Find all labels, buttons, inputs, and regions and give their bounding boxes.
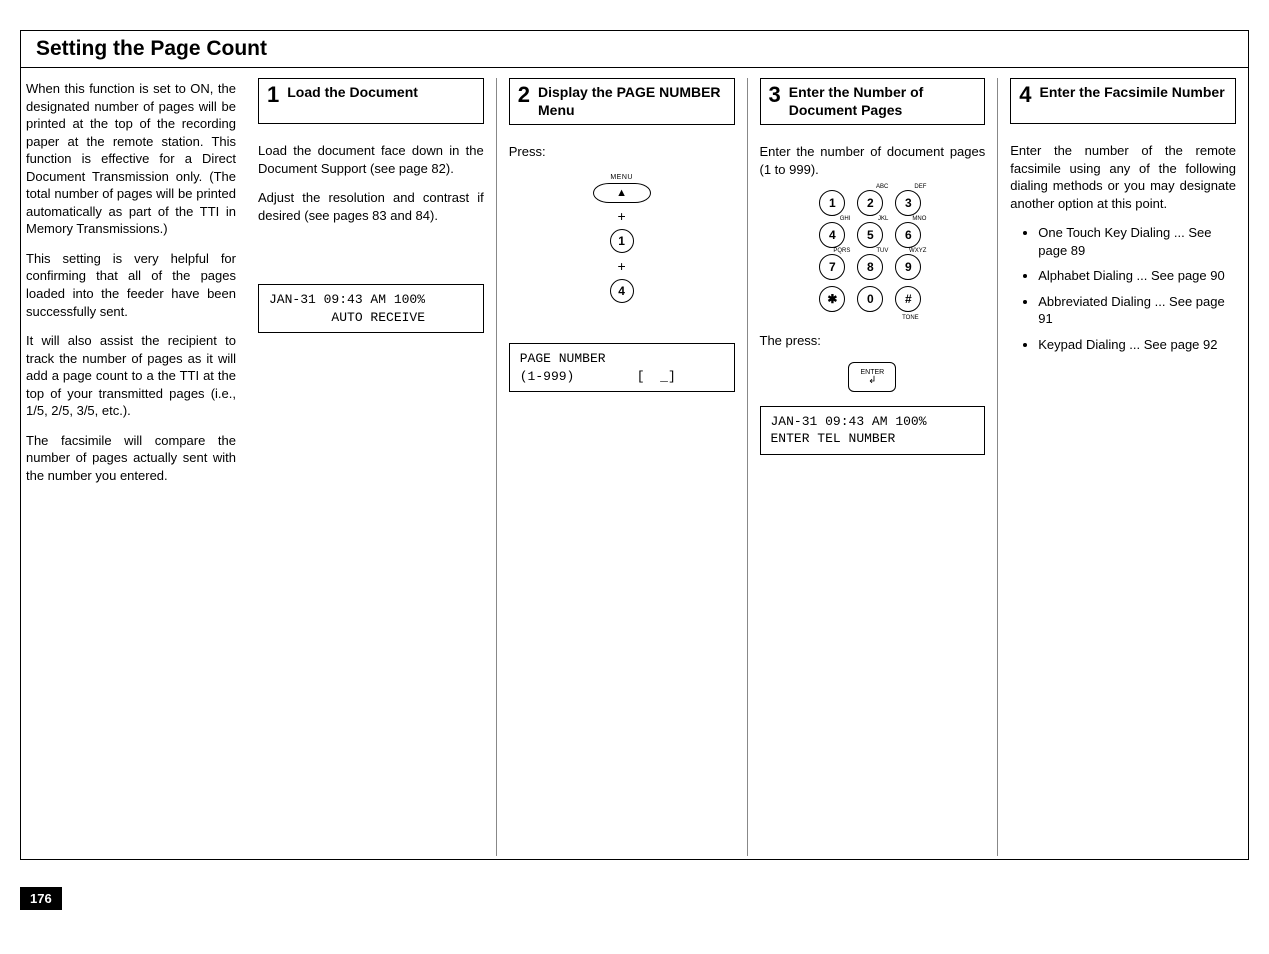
key-sequence: MENU ▲ + 1 + 4 [509, 173, 735, 303]
steps-row: 1 Load the Document Load the document fa… [246, 68, 1248, 856]
page-number-badge: 176 [20, 887, 62, 910]
menu-up-icon: ▲ [593, 183, 651, 203]
keypad-key: 2ABC [857, 190, 883, 216]
step-2: 2 Display the PAGE NUMBER Menu Press: ME… [496, 78, 747, 856]
keypad-key: # [895, 286, 921, 312]
section-title-bar: Setting the Page Count [21, 31, 1248, 68]
step-header: 4 Enter the Facsimile Number [1010, 78, 1236, 124]
step-title: Load the Document [287, 84, 418, 102]
list-item: Abbreviated Dialing ... See page 91 [1038, 293, 1236, 328]
intro-column: When this function is set to ON, the des… [21, 68, 246, 856]
keypad-grid: 1 2ABC 3DEF 4GHI 5JKL 6MNO 7PQRS 8TUV 9W… [760, 190, 986, 322]
enter-arrow-icon: ↲ [868, 377, 876, 385]
main-content: When this function is set to ON, the des… [21, 68, 1248, 856]
keypad-key: 0 [857, 286, 883, 312]
keypad-key: 3DEF [895, 190, 921, 216]
lcd-display: JAN-31 09:43 AM 100% ENTER TEL NUMBER [760, 406, 986, 455]
intro-paragraph: When this function is set to ON, the des… [26, 80, 236, 238]
step-text: Adjust the resolution and contrast if de… [258, 189, 484, 224]
plus-icon: + [618, 259, 626, 273]
keypad-key: 8TUV [857, 254, 883, 280]
step-body: Enter the number of the remote facsimile… [1010, 124, 1236, 361]
keypad-key: 7PQRS [819, 254, 845, 280]
enter-button: ENTER ↲ [848, 362, 896, 392]
dialing-list: One Touch Key Dialing ... See page 89 Al… [1010, 224, 1236, 353]
intro-paragraph: This setting is very helpful for confirm… [26, 250, 236, 320]
section-title: Setting the Page Count [36, 37, 267, 60]
step-title: Enter the Facsimile Number [1040, 84, 1225, 102]
step-number: 2 [518, 84, 530, 106]
list-item: One Touch Key Dialing ... See page 89 [1038, 224, 1236, 259]
step-text: Press: [509, 143, 735, 161]
step-1: 1 Load the Document Load the document fa… [246, 78, 496, 856]
step-title: Enter the Number of Document Pages [789, 84, 977, 119]
keypad-key: 5JKL [857, 222, 883, 248]
list-item: Alphabet Dialing ... See page 90 [1038, 267, 1236, 285]
step-text: Enter the number of document pages (1 to… [760, 143, 986, 178]
keypad-key-4: 4 [610, 279, 634, 303]
menu-label: MENU [593, 173, 651, 182]
intro-paragraph: The facsimile will compare the number of… [26, 432, 236, 485]
menu-button: MENU ▲ [593, 173, 651, 203]
keypad-key-1: 1 [610, 229, 634, 253]
step-text: Load the document face down in the Docum… [258, 142, 484, 177]
step-4: 4 Enter the Facsimile Number Enter the n… [997, 78, 1248, 856]
step-text: The press: [760, 332, 986, 350]
step-body: Press: MENU ▲ + 1 + 4 PAGE NUMBER (1-999… [509, 125, 735, 392]
lcd-display: JAN-31 09:43 AM 100% AUTO RECEIVE [258, 284, 484, 333]
page-frame: Setting the Page Count When this functio… [20, 30, 1249, 860]
step-3: 3 Enter the Number of Document Pages Ent… [747, 78, 998, 856]
step-header: 2 Display the PAGE NUMBER Menu [509, 78, 735, 125]
keypad-key: 9WXYZ [895, 254, 921, 280]
plus-icon: + [618, 209, 626, 223]
step-body: Enter the number of document pages (1 to… [760, 125, 986, 455]
step-body: Load the document face down in the Docum… [258, 124, 484, 333]
tone-label: TONE [895, 314, 925, 322]
keypad-key: 4GHI [819, 222, 845, 248]
intro-paragraph: It will also assist the recipient to tra… [26, 332, 236, 420]
step-header: 1 Load the Document [258, 78, 484, 124]
step-number: 3 [769, 84, 781, 106]
step-title: Display the PAGE NUMBER Menu [538, 84, 726, 119]
keypad-key: 6MNO [895, 222, 921, 248]
step-text: Enter the number of the remote facsimile… [1010, 142, 1236, 212]
step-number: 1 [267, 84, 279, 106]
step-header: 3 Enter the Number of Document Pages [760, 78, 986, 125]
keypad-key: ✱ [819, 286, 845, 312]
step-number: 4 [1019, 84, 1031, 106]
list-item: Keypad Dialing ... See page 92 [1038, 336, 1236, 354]
keypad-key: 1 [819, 190, 845, 216]
lcd-display: PAGE NUMBER (1-999) [ _] [509, 343, 735, 392]
